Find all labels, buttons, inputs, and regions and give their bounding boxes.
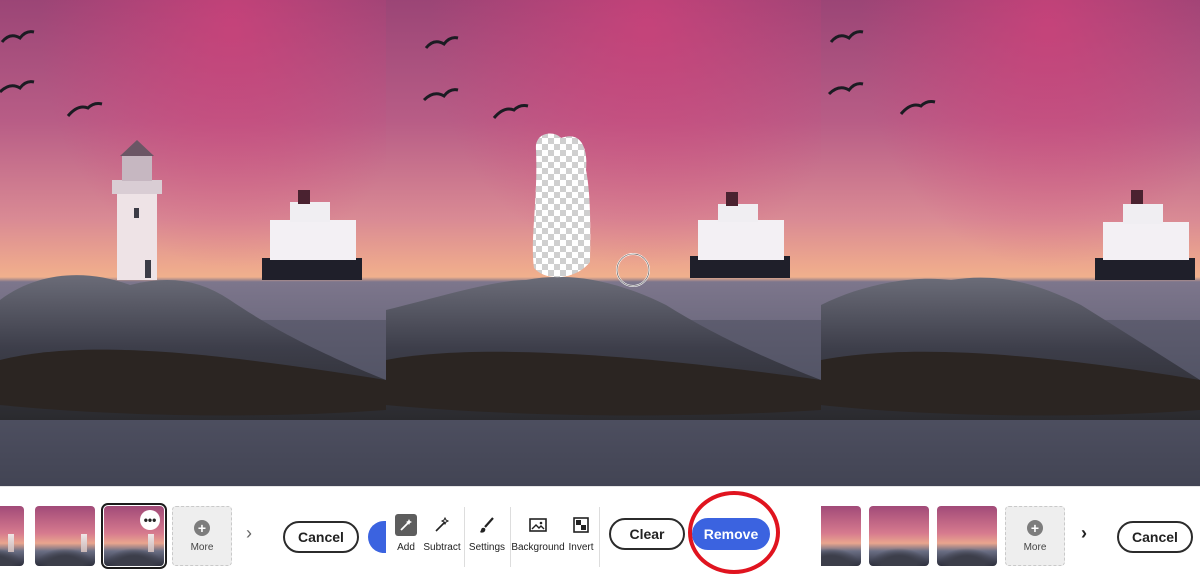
cancel-button[interactable]: Cancel [283,521,359,553]
chevron-right-icon[interactable]: › [1081,523,1087,544]
lighthouse-photo [0,0,386,486]
cancel-button[interactable]: Cancel [1117,521,1193,553]
magic-brush-subtract-icon [431,514,453,536]
image-thumbnail[interactable] [869,506,929,566]
clear-button[interactable]: Clear [609,518,685,550]
more-options-icon[interactable]: ••• [140,510,160,530]
more-label: More [1023,541,1047,553]
partial-primary-button[interactable] [368,521,386,553]
highlight-annotation-circle [688,491,780,574]
middle-panel: Add Subtract Settings Background Invert … [386,0,821,583]
masked-photo [386,0,821,486]
plus-icon: + [194,519,210,536]
brush-icon [476,514,498,536]
settings-tool[interactable]: Settings [461,514,513,570]
more-button[interactable]: + More [1005,506,1065,566]
subtract-label: Subtract [423,542,461,553]
more-button[interactable]: + More [172,506,232,566]
image-thumbnail[interactable] [0,506,24,566]
chevron-right-icon[interactable]: › [246,523,252,544]
left-panel: ••• + More › Cancel [0,0,386,583]
filmstrip-toolbar: + More › Cancel [821,486,1200,583]
add-label: Add [397,542,415,553]
right-panel: + More › Cancel [821,0,1200,583]
plus-icon: + [1027,519,1043,536]
image-thumbnail[interactable] [937,506,997,566]
filmstrip-toolbar: ••• + More › Cancel [0,486,386,583]
image-thumbnail[interactable] [821,506,861,566]
invert-label: Invert [568,542,594,553]
magic-brush-add-icon [395,514,417,536]
image-thumbnail-selected[interactable]: ••• [101,503,167,569]
image-icon [527,514,549,536]
invert-icon [570,514,592,536]
settings-label: Settings [468,542,506,553]
more-label: More [190,541,214,553]
result-photo [821,0,1200,486]
image-thumbnail[interactable] [35,506,95,566]
invert-tool[interactable]: Invert [555,514,607,570]
